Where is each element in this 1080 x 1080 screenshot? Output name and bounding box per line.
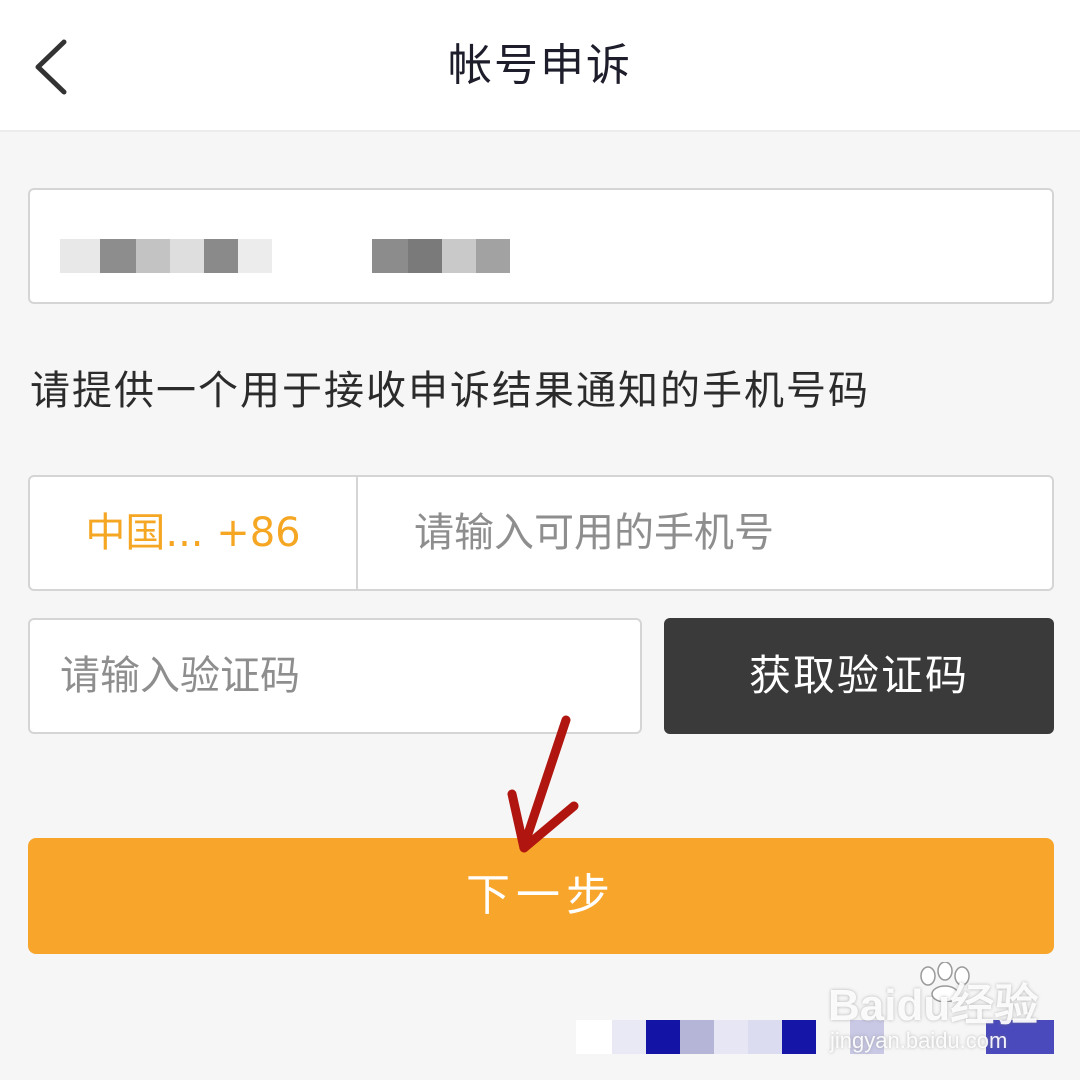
phone-input[interactable]: [386, 477, 1026, 589]
appeal-page: 帐号申诉 请提供一个用于接收申诉结果通知的手机号码 中国... +86 获取验证…: [0, 0, 1080, 1080]
page-title: 帐号申诉: [448, 40, 632, 91]
verification-code-box: [28, 618, 642, 734]
redaction-mosaic: [646, 1020, 680, 1054]
redaction-mosaic: [136, 239, 170, 273]
phone-prompt: 请提供一个用于接收申诉结果通知的手机号码: [30, 368, 870, 414]
next-button[interactable]: 下一步: [28, 838, 1054, 954]
redaction-mosaic: [476, 239, 510, 273]
verification-code-input[interactable]: [30, 620, 640, 732]
nav-bar: 帐号申诉: [0, 0, 1080, 132]
redaction-mosaic: [442, 239, 476, 273]
phone-row: 中国... +86: [28, 475, 1054, 591]
redaction-mosaic: [748, 1020, 782, 1054]
get-code-button[interactable]: 获取验证码: [664, 618, 1054, 734]
redaction-mosaic: [612, 1020, 646, 1054]
redaction-mosaic: [204, 239, 238, 273]
redaction-mosaic: [782, 1020, 816, 1054]
watermark-logo: Baidu经验: [828, 981, 1039, 1030]
baidu-jingyan-watermark: Baidu经验 jingyan.baidu.com: [828, 962, 1068, 1062]
redaction-mosaic: [100, 239, 136, 273]
redaction-mosaic: [408, 239, 442, 273]
redaction-mosaic: [714, 1020, 748, 1054]
country-code-selector[interactable]: 中国... +86: [30, 477, 358, 589]
redaction-mosaic: [60, 239, 100, 273]
watermark-domain: jingyan.baidu.com: [830, 1028, 1008, 1053]
redaction-mosaic: [576, 1020, 612, 1054]
redaction-mosaic: [680, 1020, 714, 1054]
redaction-mosaic: [170, 239, 204, 273]
redaction-mosaic: [238, 239, 272, 273]
account-field-redacted: [28, 188, 1054, 304]
redaction-mosaic: [372, 239, 408, 273]
